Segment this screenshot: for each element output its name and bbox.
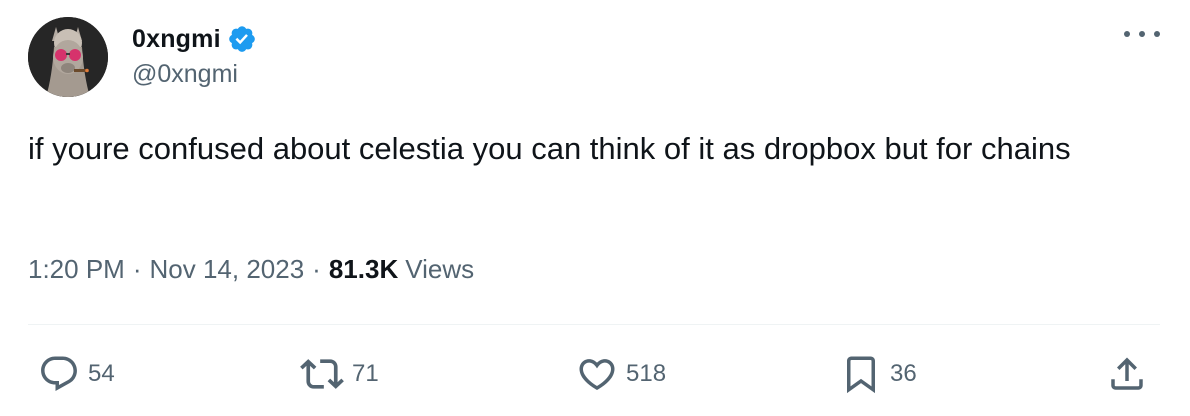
- author-handle[interactable]: @0xngmi: [132, 60, 238, 89]
- retweet-button[interactable]: 71: [300, 352, 379, 396]
- like-button[interactable]: 518: [576, 352, 666, 396]
- reply-icon: [41, 356, 77, 391]
- tweet-time[interactable]: 1:20 PM: [28, 254, 125, 285]
- author-name-row: 0xngmi: [132, 22, 257, 56]
- meta-separator: ·: [132, 254, 142, 284]
- more-options-icon[interactable]: [1124, 22, 1160, 46]
- share-icon: [1111, 357, 1143, 390]
- retweet-icon: [300, 359, 344, 389]
- meta-separator: ·: [312, 254, 321, 284]
- avatar[interactable]: [28, 17, 108, 97]
- retweet-count: 71: [352, 360, 379, 387]
- views-count: 81.3K: [328, 254, 399, 284]
- tweet-text: if youre confused about celestia you can…: [28, 131, 1071, 166]
- tweet-date[interactable]: Nov 14, 2023: [150, 254, 305, 285]
- share-button[interactable]: [1106, 352, 1148, 396]
- reply-button[interactable]: 54: [38, 352, 115, 396]
- action-bar: 54 71 518 36: [0, 352, 1190, 396]
- like-count: 518: [626, 360, 667, 387]
- bookmark-icon: [847, 356, 875, 394]
- views-label: Views: [405, 254, 475, 284]
- bookmark-count: 36: [890, 360, 917, 387]
- author-display-name[interactable]: 0xngmi: [132, 25, 221, 54]
- verified-badge-icon[interactable]: [227, 24, 257, 54]
- tweet-meta: 1:20 PM · Nov 14, 2023 · 81.3K Views: [28, 254, 474, 285]
- heart-icon: [579, 359, 615, 391]
- bookmark-button[interactable]: 36: [840, 352, 917, 396]
- alpaca-avatar-image: [28, 17, 108, 97]
- reply-count: 54: [88, 360, 115, 387]
- divider: [28, 324, 1160, 325]
